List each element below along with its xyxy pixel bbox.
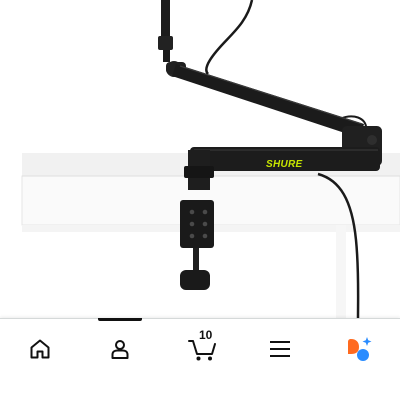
boom-arm-photo bbox=[21, 0, 400, 318]
nav-cart[interactable]: 10 bbox=[180, 329, 224, 369]
home-icon bbox=[28, 337, 52, 361]
bottom-nav-bar: 10 bbox=[0, 318, 400, 401]
nav-menu[interactable] bbox=[260, 329, 300, 369]
active-tab-indicator bbox=[98, 318, 142, 321]
nav-account[interactable] bbox=[100, 329, 140, 369]
assistant-icon bbox=[346, 335, 374, 363]
menu-icon bbox=[269, 339, 291, 359]
brand-logo: SHURE bbox=[266, 159, 303, 170]
product-image[interactable]: SHURE bbox=[0, 0, 400, 318]
nav-assistant[interactable] bbox=[340, 329, 380, 369]
nav-home[interactable] bbox=[20, 329, 60, 369]
account-icon bbox=[108, 337, 132, 361]
cart-count-badge: 10 bbox=[199, 328, 213, 342]
